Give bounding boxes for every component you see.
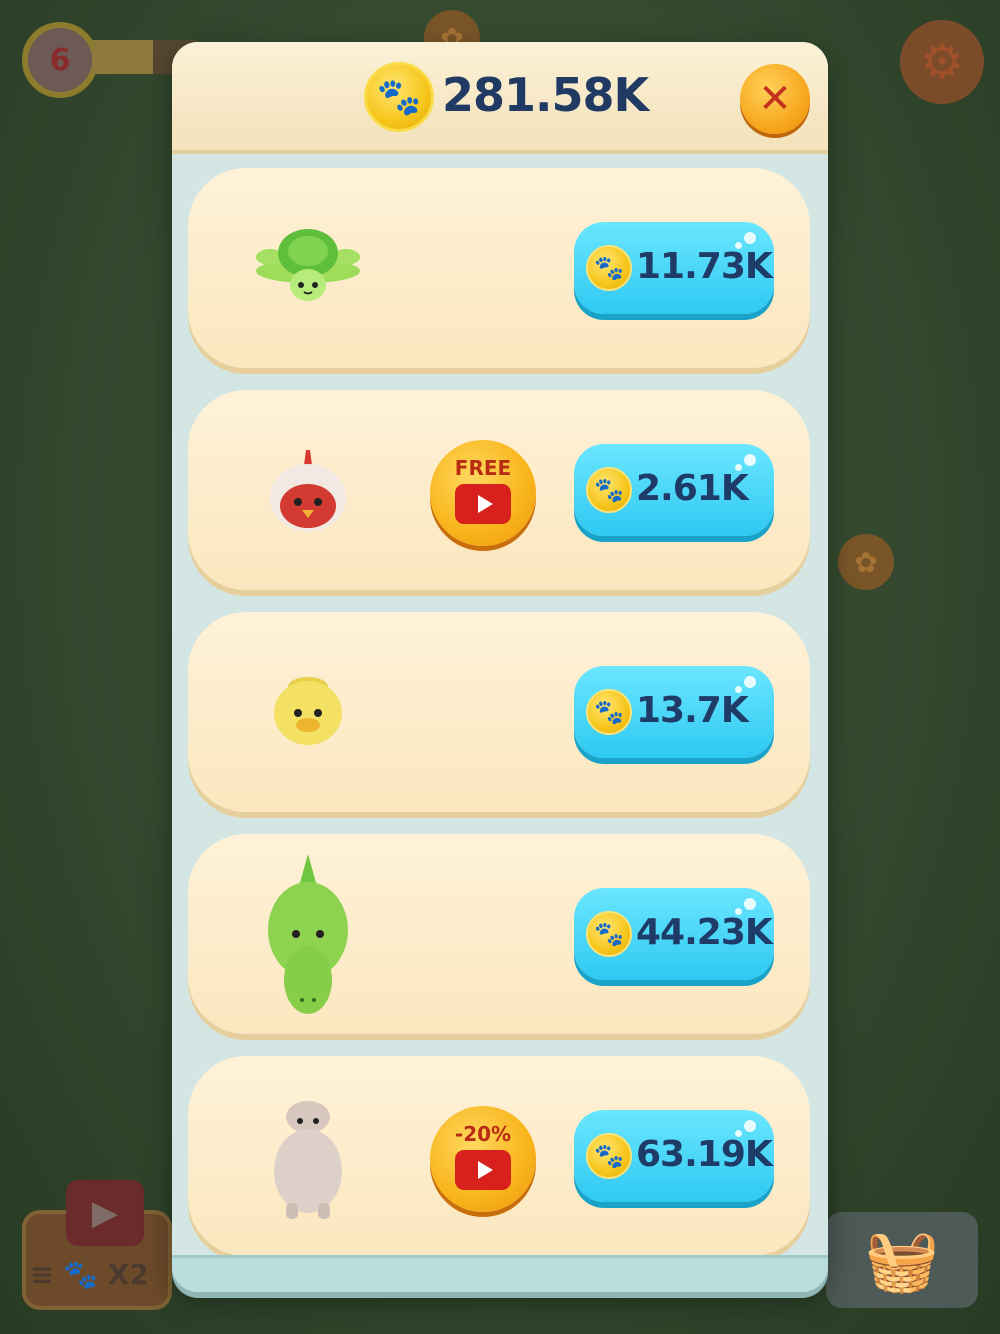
shop-item-turtle: 🐾 11.73K: [188, 168, 810, 368]
paw-coin-icon: 🐾: [586, 245, 632, 291]
shine: [744, 232, 756, 244]
paw-coin-icon: 🐾: [586, 467, 632, 513]
free-video-button[interactable]: FREE: [430, 440, 536, 546]
play-video-icon: [455, 1150, 511, 1190]
boost-label: ≡ 🐾 X2: [30, 1258, 149, 1291]
close-button[interactable]: ✕: [740, 64, 810, 134]
shop-footer: [172, 1255, 828, 1292]
shine: [744, 898, 756, 910]
video-offer-label: -20%: [454, 1122, 512, 1146]
turtle-pet-icon: [248, 208, 368, 328]
alpaca-pet-icon: [248, 1086, 368, 1226]
play-triangle: [477, 495, 493, 513]
level-progress-fill: [92, 40, 153, 74]
floating-coin-icon[interactable]: ✿: [838, 534, 894, 590]
play-video-icon: [455, 484, 511, 524]
paw-coin-icon: 🐾: [586, 911, 632, 957]
price-label: 2.61K: [636, 468, 749, 509]
buy-button[interactable]: 🐾 11.73K: [574, 222, 774, 314]
crocodile-pet-icon: [248, 850, 368, 1020]
price-label: 44.23K: [636, 912, 773, 953]
shop-header: 🐾 281.58K ✕: [172, 42, 828, 154]
buy-button[interactable]: 🐾 2.61K: [574, 444, 774, 536]
shop-item-rooster: FREE 🐾 2.61K: [188, 390, 810, 590]
basket-icon: 🧺: [864, 1225, 940, 1296]
buy-button[interactable]: 🐾 63.19K: [574, 1110, 774, 1202]
video-offer-label: FREE: [454, 456, 512, 480]
play-triangle: [477, 1161, 493, 1179]
buy-button[interactable]: 🐾 13.7K: [574, 666, 774, 758]
level-number: 6: [49, 42, 71, 78]
paw-coin-icon: 🐾: [586, 1133, 632, 1179]
boost-video-icon: ▶: [66, 1180, 144, 1246]
price-label: 63.19K: [636, 1134, 773, 1175]
discount-video-button[interactable]: -20%: [430, 1106, 536, 1212]
rooster-pet-icon: [248, 430, 368, 550]
shine: [744, 1120, 756, 1132]
shop-item-alpaca: -20% 🐾 63.19K: [188, 1056, 810, 1256]
paw-coin-icon: 🐾: [364, 62, 434, 132]
shop-item-crocodile: 🐾 44.23K: [188, 834, 810, 1034]
shine: [744, 454, 756, 466]
settings-button[interactable]: ⚙: [900, 20, 984, 104]
buy-button[interactable]: 🐾 44.23K: [574, 888, 774, 980]
paw-coin-icon: 🐾: [586, 689, 632, 735]
shop-item-chick: 🐾 13.7K: [188, 612, 810, 812]
price-label: 11.73K: [636, 246, 773, 287]
coin-balance: 281.58K: [442, 68, 649, 122]
chick-pet-icon: [248, 652, 368, 772]
shop-modal: 🐾 281.58K ✕ 🐾 11.73K FREE 🐾 2.61K 🐾 13.7…: [172, 42, 828, 1292]
level-badge: 6: [22, 22, 98, 98]
shop-basket-button[interactable]: 🧺: [826, 1212, 978, 1308]
price-label: 13.7K: [636, 690, 749, 731]
close-icon: ✕: [758, 76, 792, 122]
gear-icon: ⚙: [920, 34, 964, 90]
shine: [744, 676, 756, 688]
